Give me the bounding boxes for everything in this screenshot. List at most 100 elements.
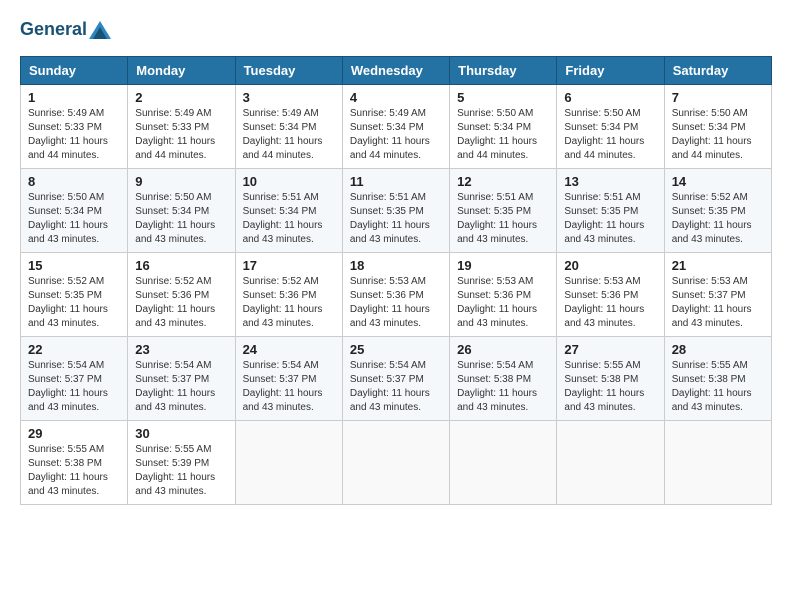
- calendar-day-7: 7 Sunrise: 5:50 AMSunset: 5:34 PMDayligh…: [664, 84, 771, 168]
- day-info: Sunrise: 5:55 AMSunset: 5:38 PMDaylight:…: [672, 360, 752, 413]
- day-info: Sunrise: 5:55 AMSunset: 5:38 PMDaylight:…: [28, 444, 108, 497]
- day-info: Sunrise: 5:53 AMSunset: 5:36 PMDaylight:…: [350, 276, 430, 329]
- day-number: 12: [457, 174, 549, 189]
- day-info: Sunrise: 5:55 AMSunset: 5:38 PMDaylight:…: [564, 360, 644, 413]
- day-info: Sunrise: 5:50 AMSunset: 5:34 PMDaylight:…: [564, 108, 644, 161]
- day-info: Sunrise: 5:55 AMSunset: 5:39 PMDaylight:…: [135, 444, 215, 497]
- day-info: Sunrise: 5:54 AMSunset: 5:38 PMDaylight:…: [457, 360, 537, 413]
- day-number: 1: [28, 90, 120, 105]
- day-number: 5: [457, 90, 549, 105]
- header-sunday: Sunday: [21, 56, 128, 84]
- calendar-day-15: 15 Sunrise: 5:52 AMSunset: 5:35 PMDaylig…: [21, 252, 128, 336]
- day-number: 26: [457, 342, 549, 357]
- calendar-day-19: 19 Sunrise: 5:53 AMSunset: 5:36 PMDaylig…: [450, 252, 557, 336]
- empty-cell: [235, 420, 342, 504]
- header-tuesday: Tuesday: [235, 56, 342, 84]
- header-friday: Friday: [557, 56, 664, 84]
- calendar-day-10: 10 Sunrise: 5:51 AMSunset: 5:34 PMDaylig…: [235, 168, 342, 252]
- day-number: 11: [350, 174, 442, 189]
- day-number: 15: [28, 258, 120, 273]
- day-number: 6: [564, 90, 656, 105]
- day-number: 17: [243, 258, 335, 273]
- day-number: 2: [135, 90, 227, 105]
- day-info: Sunrise: 5:52 AMSunset: 5:36 PMDaylight:…: [243, 276, 323, 329]
- day-info: Sunrise: 5:53 AMSunset: 5:36 PMDaylight:…: [564, 276, 644, 329]
- page-header: General: [20, 20, 772, 40]
- calendar-day-6: 6 Sunrise: 5:50 AMSunset: 5:34 PMDayligh…: [557, 84, 664, 168]
- day-info: Sunrise: 5:49 AMSunset: 5:33 PMDaylight:…: [28, 108, 108, 161]
- calendar-day-24: 24 Sunrise: 5:54 AMSunset: 5:37 PMDaylig…: [235, 336, 342, 420]
- day-info: Sunrise: 5:54 AMSunset: 5:37 PMDaylight:…: [350, 360, 430, 413]
- empty-cell: [664, 420, 771, 504]
- header-thursday: Thursday: [450, 56, 557, 84]
- empty-cell: [450, 420, 557, 504]
- day-info: Sunrise: 5:51 AMSunset: 5:34 PMDaylight:…: [243, 192, 323, 245]
- day-info: Sunrise: 5:53 AMSunset: 5:37 PMDaylight:…: [672, 276, 752, 329]
- calendar-day-16: 16 Sunrise: 5:52 AMSunset: 5:36 PMDaylig…: [128, 252, 235, 336]
- calendar-day-11: 11 Sunrise: 5:51 AMSunset: 5:35 PMDaylig…: [342, 168, 449, 252]
- day-number: 18: [350, 258, 442, 273]
- header-monday: Monday: [128, 56, 235, 84]
- calendar-table: SundayMondayTuesdayWednesdayThursdayFrid…: [20, 56, 772, 505]
- day-info: Sunrise: 5:52 AMSunset: 5:35 PMDaylight:…: [28, 276, 108, 329]
- calendar-day-28: 28 Sunrise: 5:55 AMSunset: 5:38 PMDaylig…: [664, 336, 771, 420]
- day-number: 7: [672, 90, 764, 105]
- day-number: 24: [243, 342, 335, 357]
- calendar-header-row: SundayMondayTuesdayWednesdayThursdayFrid…: [21, 56, 772, 84]
- calendar-day-26: 26 Sunrise: 5:54 AMSunset: 5:38 PMDaylig…: [450, 336, 557, 420]
- day-number: 3: [243, 90, 335, 105]
- calendar-day-29: 29 Sunrise: 5:55 AMSunset: 5:38 PMDaylig…: [21, 420, 128, 504]
- calendar-week-1: 1 Sunrise: 5:49 AMSunset: 5:33 PMDayligh…: [21, 84, 772, 168]
- day-info: Sunrise: 5:50 AMSunset: 5:34 PMDaylight:…: [28, 192, 108, 245]
- calendar-day-2: 2 Sunrise: 5:49 AMSunset: 5:33 PMDayligh…: [128, 84, 235, 168]
- day-info: Sunrise: 5:54 AMSunset: 5:37 PMDaylight:…: [28, 360, 108, 413]
- day-info: Sunrise: 5:51 AMSunset: 5:35 PMDaylight:…: [457, 192, 537, 245]
- empty-cell: [557, 420, 664, 504]
- calendar-day-20: 20 Sunrise: 5:53 AMSunset: 5:36 PMDaylig…: [557, 252, 664, 336]
- calendar-day-30: 30 Sunrise: 5:55 AMSunset: 5:39 PMDaylig…: [128, 420, 235, 504]
- day-info: Sunrise: 5:49 AMSunset: 5:34 PMDaylight:…: [350, 108, 430, 161]
- day-number: 13: [564, 174, 656, 189]
- logo-icon: [89, 21, 111, 39]
- day-number: 29: [28, 426, 120, 441]
- calendar-day-13: 13 Sunrise: 5:51 AMSunset: 5:35 PMDaylig…: [557, 168, 664, 252]
- calendar-day-9: 9 Sunrise: 5:50 AMSunset: 5:34 PMDayligh…: [128, 168, 235, 252]
- calendar-day-5: 5 Sunrise: 5:50 AMSunset: 5:34 PMDayligh…: [450, 84, 557, 168]
- day-info: Sunrise: 5:52 AMSunset: 5:36 PMDaylight:…: [135, 276, 215, 329]
- day-number: 30: [135, 426, 227, 441]
- calendar-week-2: 8 Sunrise: 5:50 AMSunset: 5:34 PMDayligh…: [21, 168, 772, 252]
- day-number: 22: [28, 342, 120, 357]
- day-info: Sunrise: 5:50 AMSunset: 5:34 PMDaylight:…: [457, 108, 537, 161]
- calendar-day-14: 14 Sunrise: 5:52 AMSunset: 5:35 PMDaylig…: [664, 168, 771, 252]
- calendar-day-18: 18 Sunrise: 5:53 AMSunset: 5:36 PMDaylig…: [342, 252, 449, 336]
- calendar-week-3: 15 Sunrise: 5:52 AMSunset: 5:35 PMDaylig…: [21, 252, 772, 336]
- day-number: 16: [135, 258, 227, 273]
- day-number: 8: [28, 174, 120, 189]
- day-info: Sunrise: 5:51 AMSunset: 5:35 PMDaylight:…: [350, 192, 430, 245]
- header-wednesday: Wednesday: [342, 56, 449, 84]
- day-info: Sunrise: 5:53 AMSunset: 5:36 PMDaylight:…: [457, 276, 537, 329]
- calendar-week-4: 22 Sunrise: 5:54 AMSunset: 5:37 PMDaylig…: [21, 336, 772, 420]
- day-number: 28: [672, 342, 764, 357]
- day-info: Sunrise: 5:52 AMSunset: 5:35 PMDaylight:…: [672, 192, 752, 245]
- calendar-day-25: 25 Sunrise: 5:54 AMSunset: 5:37 PMDaylig…: [342, 336, 449, 420]
- calendar-day-8: 8 Sunrise: 5:50 AMSunset: 5:34 PMDayligh…: [21, 168, 128, 252]
- calendar-day-3: 3 Sunrise: 5:49 AMSunset: 5:34 PMDayligh…: [235, 84, 342, 168]
- calendar-day-22: 22 Sunrise: 5:54 AMSunset: 5:37 PMDaylig…: [21, 336, 128, 420]
- day-number: 10: [243, 174, 335, 189]
- day-info: Sunrise: 5:51 AMSunset: 5:35 PMDaylight:…: [564, 192, 644, 245]
- day-info: Sunrise: 5:49 AMSunset: 5:33 PMDaylight:…: [135, 108, 215, 161]
- day-info: Sunrise: 5:54 AMSunset: 5:37 PMDaylight:…: [243, 360, 323, 413]
- calendar-day-23: 23 Sunrise: 5:54 AMSunset: 5:37 PMDaylig…: [128, 336, 235, 420]
- logo-text: General: [20, 20, 111, 40]
- calendar-day-21: 21 Sunrise: 5:53 AMSunset: 5:37 PMDaylig…: [664, 252, 771, 336]
- calendar-day-12: 12 Sunrise: 5:51 AMSunset: 5:35 PMDaylig…: [450, 168, 557, 252]
- header-saturday: Saturday: [664, 56, 771, 84]
- day-info: Sunrise: 5:54 AMSunset: 5:37 PMDaylight:…: [135, 360, 215, 413]
- logo: General: [20, 20, 111, 40]
- calendar-day-27: 27 Sunrise: 5:55 AMSunset: 5:38 PMDaylig…: [557, 336, 664, 420]
- day-number: 19: [457, 258, 549, 273]
- day-number: 14: [672, 174, 764, 189]
- day-number: 4: [350, 90, 442, 105]
- empty-cell: [342, 420, 449, 504]
